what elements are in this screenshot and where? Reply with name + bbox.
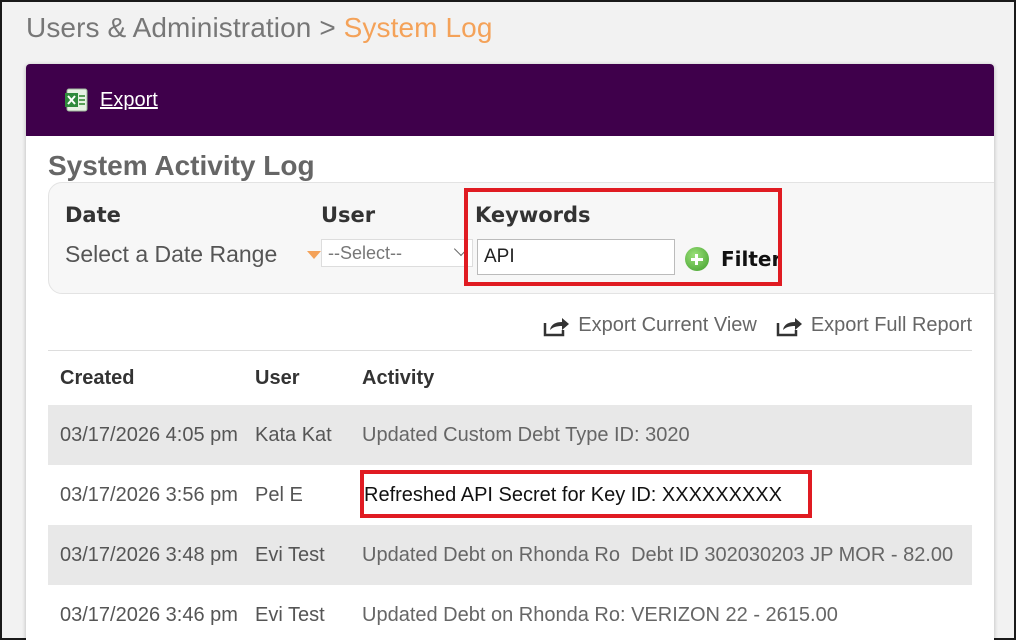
table-row[interactable]: 03/17/2026 3:56 pm Pel E Refreshed API S… xyxy=(48,465,972,525)
filter-button-label: Filter xyxy=(721,247,782,271)
export-link[interactable]: Export xyxy=(100,89,158,112)
column-header-activity[interactable]: Activity xyxy=(362,367,972,390)
cell-activity: Refreshed API Secret for Key ID: XXXXXXX… xyxy=(364,483,782,506)
keywords-input[interactable]: API xyxy=(477,239,675,275)
excel-icon[interactable] xyxy=(64,87,90,113)
cell-user: Kata Kat xyxy=(255,423,332,446)
date-range-picker[interactable]: Select a Date Range xyxy=(65,241,277,268)
cell-created: 03/17/2026 3:48 pm xyxy=(60,543,238,566)
cell-created: 03/17/2026 3:56 pm xyxy=(60,483,238,506)
breadcrumb-parent[interactable]: Users & Administration xyxy=(26,12,311,43)
keywords-label: Keywords xyxy=(475,203,591,227)
export-actions: Export Current View Export Full Report xyxy=(524,314,972,337)
cell-activity: Updated Custom Debt Type ID: 3020 xyxy=(362,423,690,446)
table-row[interactable]: 03/17/2026 3:46 pm Evi Test Updated Debt… xyxy=(48,585,972,640)
column-header-user[interactable]: User xyxy=(255,367,362,390)
export-full-report-button[interactable]: Export Full Report xyxy=(775,314,972,337)
export-full-report-label: Export Full Report xyxy=(810,314,972,336)
table-header-row: Created User Activity xyxy=(48,351,972,405)
table-row[interactable]: 03/17/2026 4:05 pm Kata Kat Updated Cust… xyxy=(48,405,972,465)
cell-activity: Updated Debt on Rhonda Ro Debt ID 302030… xyxy=(362,543,954,566)
caret-down-icon[interactable] xyxy=(307,251,321,259)
cell-user: Evi Test xyxy=(255,543,325,566)
cell-user: Evi Test xyxy=(255,603,325,626)
export-current-view-label: Export Current View xyxy=(578,314,757,336)
share-export-icon xyxy=(543,317,570,336)
user-select-value: --Select-- xyxy=(328,243,403,263)
breadcrumb-separator: > xyxy=(319,12,336,43)
share-export-icon xyxy=(776,317,802,336)
date-label: Date xyxy=(65,203,121,227)
breadcrumb: Users & Administration > System Log xyxy=(26,12,493,44)
toolbar: Export xyxy=(26,64,994,136)
cell-activity: Updated Debt on Rhonda Ro: VERIZON 22 - … xyxy=(362,603,838,626)
filter-panel: Date User Keywords Select a Date Range -… xyxy=(48,182,994,294)
section-title: System Activity Log xyxy=(48,150,315,181)
cell-user: Pel E xyxy=(255,483,303,506)
table-row[interactable]: 03/17/2026 3:48 pm Evi Test Updated Debt… xyxy=(48,525,972,585)
chevron-down-icon xyxy=(453,241,469,257)
user-select[interactable]: --Select-- xyxy=(321,239,473,267)
system-log-panel: Export System Activity Log Date User Key… xyxy=(26,64,994,640)
column-header-created[interactable]: Created xyxy=(48,367,255,390)
add-circle-icon xyxy=(685,247,709,271)
filter-button[interactable]: Filter xyxy=(685,247,781,271)
export-current-view-button[interactable]: Export Current View xyxy=(542,314,757,337)
breadcrumb-current: System Log xyxy=(343,12,493,43)
cell-created: 03/17/2026 3:46 pm xyxy=(60,603,238,626)
activity-table: Created User Activity 03/17/2026 4:05 pm… xyxy=(48,350,972,640)
user-label: User xyxy=(321,203,376,227)
cell-created: 03/17/2026 4:05 pm xyxy=(60,423,238,446)
